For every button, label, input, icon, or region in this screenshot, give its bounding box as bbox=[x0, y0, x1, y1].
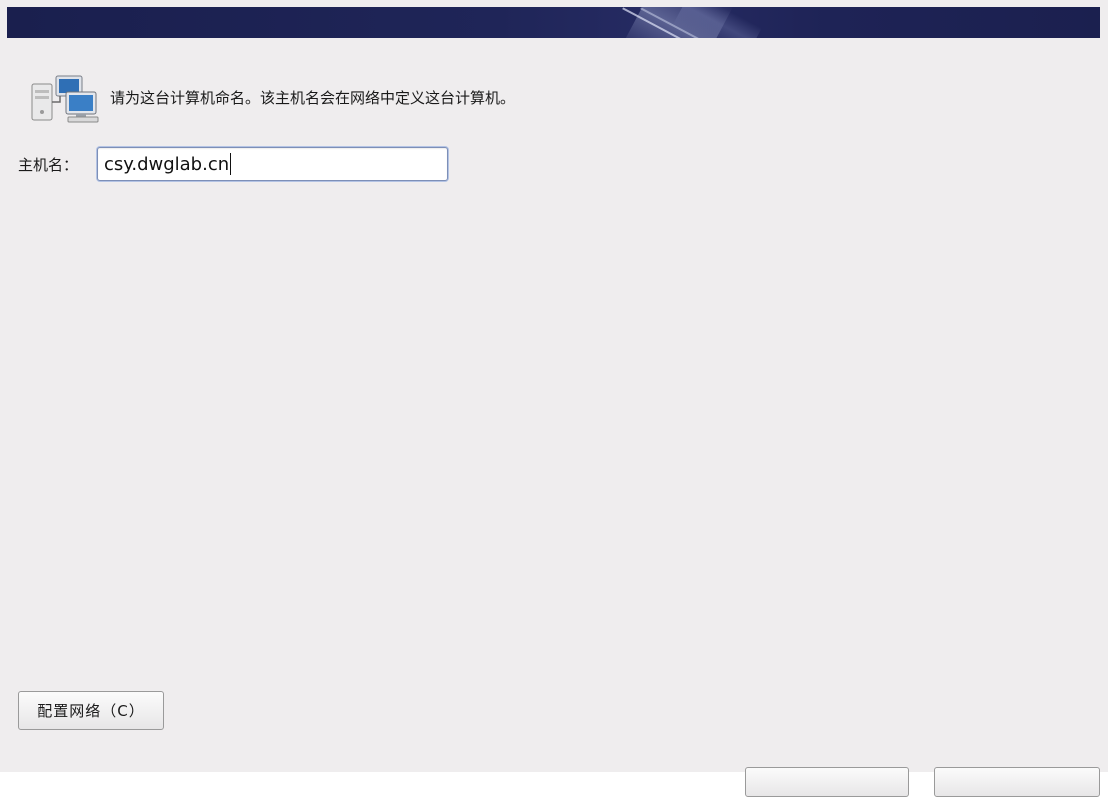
hostname-input-value: csy.dwglab.cn bbox=[104, 153, 230, 175]
hostname-instructions: 请为这台计算机命名。该主机名会在网络中定义这台计算机。 bbox=[110, 89, 516, 107]
configure-network-button[interactable]: 配置网络（C） bbox=[18, 691, 164, 730]
hostname-input[interactable]: csy.dwglab.cn bbox=[97, 147, 448, 181]
banner-light-streak bbox=[672, 7, 762, 38]
text-caret bbox=[230, 153, 232, 175]
networked-computers-icon bbox=[30, 74, 100, 124]
installer-banner bbox=[7, 7, 1100, 38]
hostname-label: 主机名： bbox=[18, 156, 79, 174]
installer-window: 请为这台计算机命名。该主机名会在网络中定义这台计算机。 主机名： csy.dwg… bbox=[0, 0, 1108, 797]
